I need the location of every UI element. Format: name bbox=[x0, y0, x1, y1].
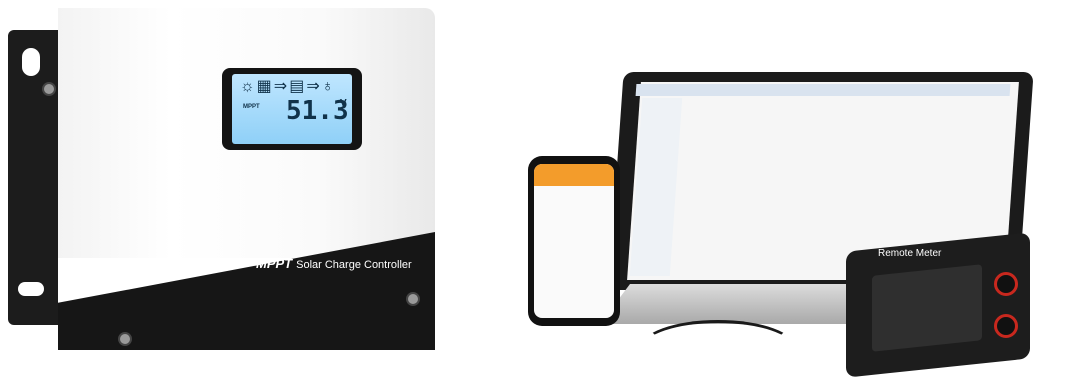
solar-panel-icon: ▦ bbox=[256, 78, 274, 95]
laptop-window-toolbar bbox=[635, 84, 1011, 96]
meter-button bbox=[994, 314, 1018, 338]
lcd-flow-icons: ☼▦⇒▤⇒♁ bbox=[240, 76, 336, 96]
bracket-mount-hole bbox=[22, 48, 40, 76]
remote-meter-screen bbox=[872, 264, 982, 352]
controller-brand: MPPT Solar Charge Controller bbox=[256, 256, 412, 271]
led-icon: ╹ bbox=[170, 262, 182, 276]
lcd-voltage-unit: V bbox=[340, 98, 347, 109]
screw bbox=[42, 82, 56, 96]
bulb-icon: ♁ bbox=[321, 78, 336, 95]
smartphone-app-screen bbox=[534, 164, 614, 318]
smartphone-app-header bbox=[534, 164, 614, 186]
arrow-icon: ⇒ bbox=[306, 78, 322, 95]
sun-icon: ☼ bbox=[240, 78, 257, 95]
lcd-mode-label: MPPT bbox=[243, 104, 260, 110]
screw bbox=[406, 292, 420, 306]
bracket-mount-slot bbox=[18, 282, 44, 296]
brand-logo: MPPT bbox=[256, 256, 293, 271]
led-icon: ╹ bbox=[181, 262, 193, 276]
led-icon: ╹ bbox=[192, 262, 204, 276]
screw bbox=[118, 332, 132, 346]
battery-icon: ▤ bbox=[289, 78, 307, 95]
meter-button bbox=[994, 272, 1018, 296]
brand-text: Solar Charge Controller bbox=[296, 259, 412, 271]
communication-cable bbox=[640, 320, 796, 376]
remote-meter-label: Remote Meter bbox=[878, 248, 942, 259]
arrow-icon: ⇒ bbox=[273, 78, 290, 95]
status-leds: ╹╹╹ bbox=[170, 262, 204, 276]
